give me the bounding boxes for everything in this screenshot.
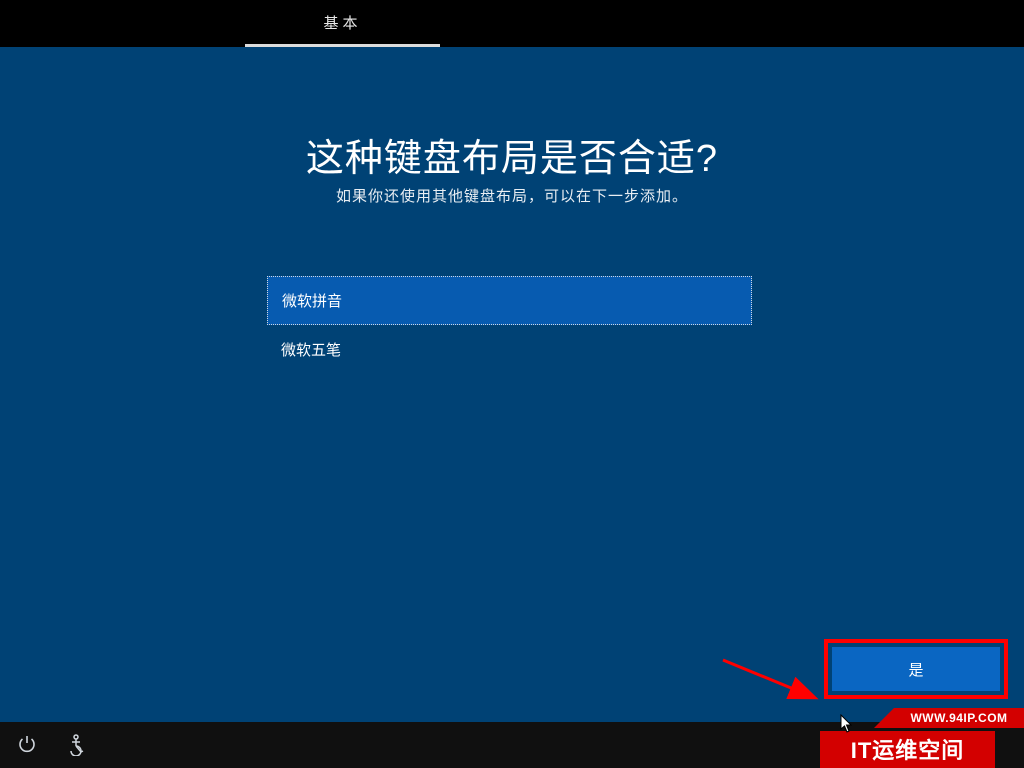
annotation-highlight-box: 是	[824, 639, 1008, 699]
main-content: 这种键盘布局是否合适? 如果你还使用其他键盘布局，可以在下一步添加。 微软拼音 …	[0, 47, 1024, 722]
page-title: 这种键盘布局是否合适?	[0, 127, 1024, 182]
bottom-bar	[0, 722, 1024, 768]
keyboard-layout-option[interactable]: 微软拼音	[267, 276, 752, 325]
tab-basic[interactable]: 基本	[245, 0, 440, 47]
yes-button-label: 是	[908, 659, 923, 680]
tab-basic-label: 基本	[323, 12, 361, 33]
yes-button[interactable]: 是	[832, 647, 1000, 691]
power-icon[interactable]	[17, 734, 37, 759]
page-subtitle: 如果你还使用其他键盘布局，可以在下一步添加。	[0, 185, 1024, 206]
top-bar: 基本	[0, 0, 1024, 47]
annotation-arrow	[718, 652, 838, 712]
keyboard-layout-list: 微软拼音 微软五笔	[267, 276, 752, 374]
keyboard-layout-option[interactable]: 微软五笔	[267, 325, 752, 374]
keyboard-layout-label: 微软五笔	[281, 339, 341, 360]
keyboard-layout-label: 微软拼音	[282, 290, 342, 311]
accessibility-icon[interactable]	[66, 734, 86, 761]
